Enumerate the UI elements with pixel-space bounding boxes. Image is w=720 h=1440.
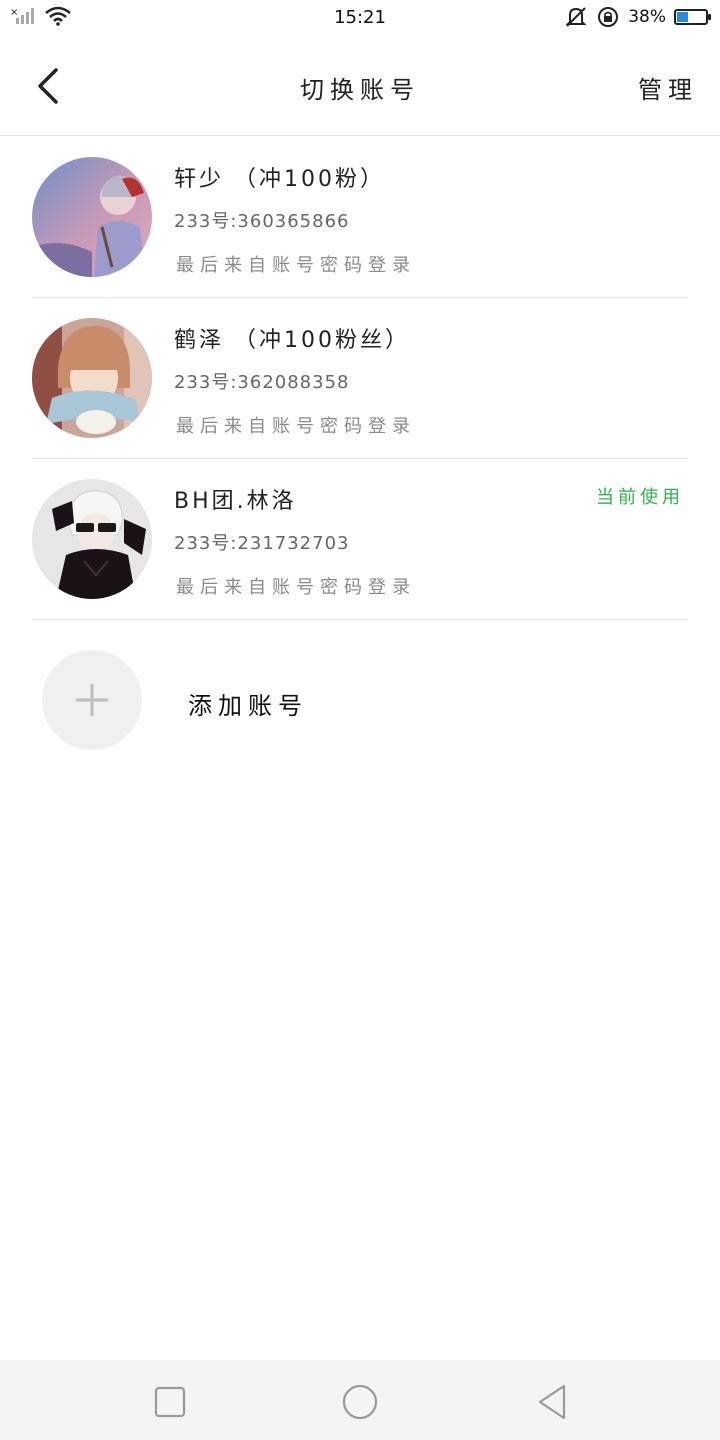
home-icon xyxy=(342,1384,378,1420)
back-nav-button[interactable] xyxy=(532,1380,576,1424)
account-id: 233号:362088358 xyxy=(174,372,350,393)
account-id: 233号:231732703 xyxy=(174,533,350,554)
avatar xyxy=(32,479,152,599)
last-login-method: 最后来自账号密码登录 xyxy=(176,255,416,276)
account-row[interactable]: 轩少 （冲100粉） 233号:360365866 最后来自账号密码登录 xyxy=(32,137,688,298)
battery-level xyxy=(677,12,689,22)
manage-button[interactable]: 管理 xyxy=(638,70,698,105)
battery-charging-icon xyxy=(674,9,711,25)
add-account-circle[interactable] xyxy=(42,650,142,750)
account-id: 233号:360365866 xyxy=(174,211,350,232)
mute-icon xyxy=(565,7,587,27)
rotation-lock-icon xyxy=(598,7,619,27)
account-name: BH团.林洛 xyxy=(174,489,297,514)
plus-icon xyxy=(76,684,108,716)
account-name: 轩少 （冲100粉） xyxy=(174,167,385,192)
back-icon xyxy=(538,1384,566,1420)
avatar xyxy=(32,157,152,277)
header: 切换账号 管理 xyxy=(0,36,720,136)
current-account-badge: 当前使用 xyxy=(596,487,684,508)
account-list: 轩少 （冲100粉） 233号:360365866 最后来自账号密码登录 鹤泽 … xyxy=(0,137,720,620)
status-bar: × 15:21 38% xyxy=(0,0,720,36)
account-name: 鹤泽 （冲100粉丝） xyxy=(174,328,410,353)
avatar xyxy=(32,318,152,438)
last-login-method: 最后来自账号密码登录 xyxy=(176,577,416,598)
add-account-label: 添加账号 xyxy=(188,692,308,720)
account-row[interactable]: BH团.林洛 当前使用 233号:231732703 最后来自账号密码登录 xyxy=(32,459,688,620)
account-row[interactable]: 鹤泽 （冲100粉丝） 233号:362088358 最后来自账号密码登录 xyxy=(32,298,688,459)
recent-apps-icon xyxy=(154,1386,186,1418)
battery-percent: 38% xyxy=(628,7,666,27)
navigation-bar xyxy=(0,1360,720,1440)
recent-apps-button[interactable] xyxy=(148,1380,192,1424)
status-right: 38% xyxy=(564,6,711,28)
home-button[interactable] xyxy=(338,1380,382,1424)
last-login-method: 最后来自账号密码登录 xyxy=(176,416,416,437)
add-account-button[interactable]: 添加账号 xyxy=(42,650,682,750)
page-title: 切换账号 xyxy=(300,76,420,104)
